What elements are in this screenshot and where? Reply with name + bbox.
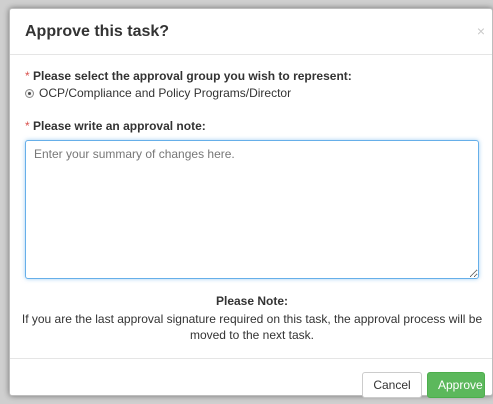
approval-note-label-text: Please write an approval note: (33, 119, 206, 133)
approve-button[interactable]: Approve (427, 372, 485, 398)
approval-notice: Please Note: If you are the last approva… (20, 293, 484, 343)
cancel-button[interactable]: Cancel (362, 372, 422, 398)
approval-note-label: * Please write an approval note: (25, 119, 479, 133)
dialog-body: * Please select the approval group you w… (25, 69, 479, 279)
approval-note-textarea[interactable] (25, 140, 479, 279)
dialog-header: Approve this task? × (10, 9, 492, 55)
close-icon[interactable]: × (477, 24, 485, 38)
radio-selected-icon[interactable] (25, 88, 34, 98)
notice-text: If you are the last approval signature r… (21, 312, 483, 342)
approval-group-label: * Please select the approval group you w… (25, 69, 479, 83)
required-marker: * (25, 69, 30, 83)
notice-title: Please Note: (215, 294, 289, 308)
approval-group-option-label[interactable]: OCP/Compliance and Policy Programs/Direc… (39, 86, 291, 100)
approval-group-option[interactable]: OCP/Compliance and Policy Programs/Direc… (25, 86, 479, 100)
dialog-title: Approve this task? (25, 23, 170, 40)
required-marker: * (25, 119, 30, 133)
approve-task-dialog: Approve this task? × * Please select the… (9, 8, 493, 398)
approval-group-label-text: Please select the approval group you wis… (33, 69, 352, 83)
dialog-footer: Cancel Approve (10, 358, 492, 398)
